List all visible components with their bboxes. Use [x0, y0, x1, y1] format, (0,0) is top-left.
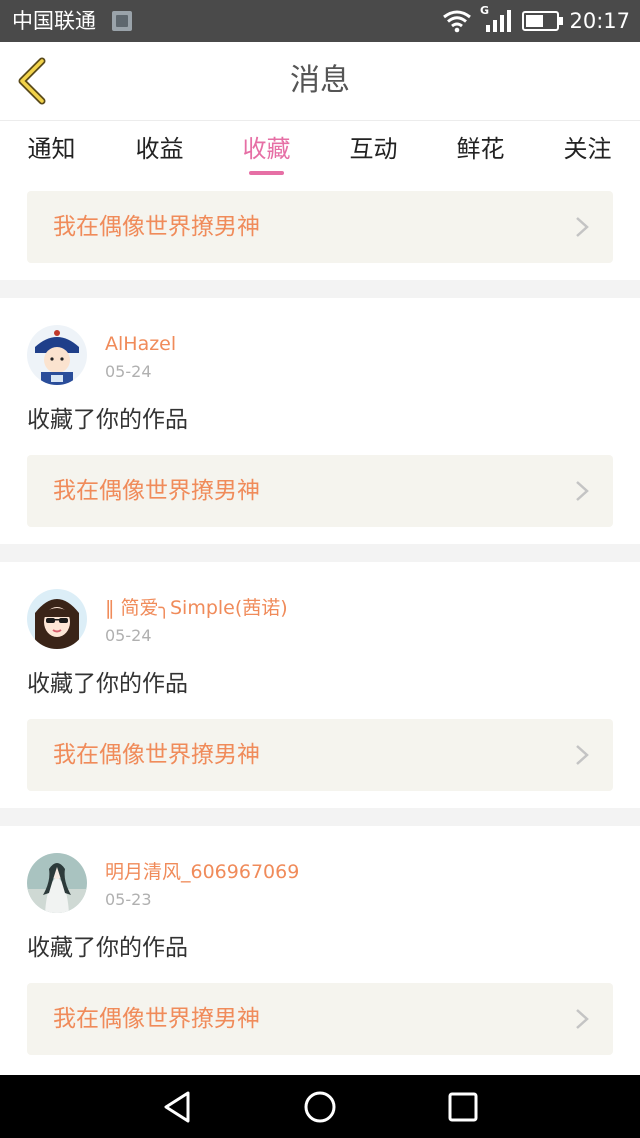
work-title: 我在偶像世界撩男神 — [53, 742, 260, 768]
tab-label: 收益 — [135, 135, 184, 163]
chevron-left-icon — [18, 57, 46, 105]
avatar-qing-official-icon — [27, 325, 87, 385]
tab-follow[interactable]: 关注 — [534, 121, 640, 181]
chevron-right-icon — [576, 1009, 589, 1029]
list-item: 明月清风_606967069 05-23 收藏了你的作品 我在偶像世界撩男神 — [0, 826, 640, 1075]
list-item: ‖ 简爱╮Simple(茜诺) 05-24 收藏了你的作品 我在偶像世界撩男神 — [0, 562, 640, 808]
list-item: AlHazel 05-24 收藏了你的作品 我在偶像世界撩男神 — [0, 298, 640, 544]
avatar[interactable] — [27, 589, 87, 649]
back-nav-button-icon[interactable] — [160, 1089, 196, 1125]
battery-icon — [522, 11, 563, 31]
page-title: 消息 — [290, 63, 350, 98]
carrier-label: 中国联通 — [12, 9, 96, 33]
message-date: 05-24 — [105, 626, 152, 645]
recents-nav-button-icon[interactable] — [446, 1090, 480, 1124]
tab-label: 互动 — [349, 135, 398, 163]
back-button[interactable] — [14, 57, 54, 105]
tab-flowers[interactable]: 鲜花 — [427, 121, 534, 181]
message-date: 05-23 — [105, 890, 152, 909]
user-name[interactable]: 明月清风_606967069 — [105, 860, 299, 884]
list-item: 我在偶像世界撩男神 — [0, 181, 640, 280]
image-notification-icon — [112, 11, 132, 31]
tab-interaction[interactable]: 互动 — [320, 121, 427, 181]
clock: 20:17 — [569, 9, 630, 33]
tab-notify[interactable]: 通知 — [0, 121, 105, 181]
avatar-girl-sunglasses-icon — [27, 589, 87, 649]
message-list[interactable]: 我在偶像世界撩男神 AlHazel 05-24 收藏了你的作品 我在偶像世界撩男… — [0, 181, 640, 1075]
avatar-ancient-lady-icon — [27, 853, 87, 913]
user-name[interactable]: ‖ 简爱╮Simple(茜诺) — [105, 596, 288, 620]
active-tab-indicator — [249, 171, 284, 175]
signal-icon — [486, 10, 511, 32]
work-title: 我在偶像世界撩男神 — [53, 478, 260, 504]
message-text: 收藏了你的作品 — [27, 671, 188, 697]
divider — [0, 280, 640, 298]
user-name[interactable]: AlHazel — [105, 332, 176, 356]
chevron-right-icon — [576, 745, 589, 765]
work-link-card[interactable]: 我在偶像世界撩男神 — [27, 719, 613, 791]
divider — [0, 808, 640, 826]
message-text: 收藏了你的作品 — [27, 407, 188, 433]
message-date: 05-24 — [105, 362, 152, 381]
tab-label: 通知 — [27, 135, 76, 163]
work-title: 我在偶像世界撩男神 — [53, 214, 260, 240]
system-navigation-bar — [0, 1075, 640, 1138]
status-bar: 中国联通 G 20:17 — [0, 0, 640, 42]
avatar[interactable] — [27, 325, 87, 385]
work-link-card[interactable]: 我在偶像世界撩男神 — [27, 455, 613, 527]
message-text: 收藏了你的作品 — [27, 935, 188, 961]
chevron-right-icon — [576, 481, 589, 501]
chevron-right-icon — [576, 217, 589, 237]
divider — [0, 544, 640, 562]
tab-bar: 通知 收益 收藏 互动 鲜花 关注 — [0, 121, 640, 181]
work-link-card[interactable]: 我在偶像世界撩男神 — [27, 983, 613, 1055]
wifi-icon — [443, 10, 471, 33]
tab-earnings[interactable]: 收益 — [106, 121, 213, 181]
tab-favorites[interactable]: 收藏 — [213, 121, 320, 181]
tab-label: 鲜花 — [456, 135, 505, 163]
tab-label: 收藏 — [242, 135, 291, 163]
work-title: 我在偶像世界撩男神 — [53, 1006, 260, 1032]
home-nav-button-icon[interactable] — [302, 1089, 338, 1125]
top-bar: 消息 — [0, 42, 640, 121]
tab-label: 关注 — [563, 135, 612, 163]
avatar[interactable] — [27, 853, 87, 913]
work-link-card[interactable]: 我在偶像世界撩男神 — [27, 191, 613, 263]
